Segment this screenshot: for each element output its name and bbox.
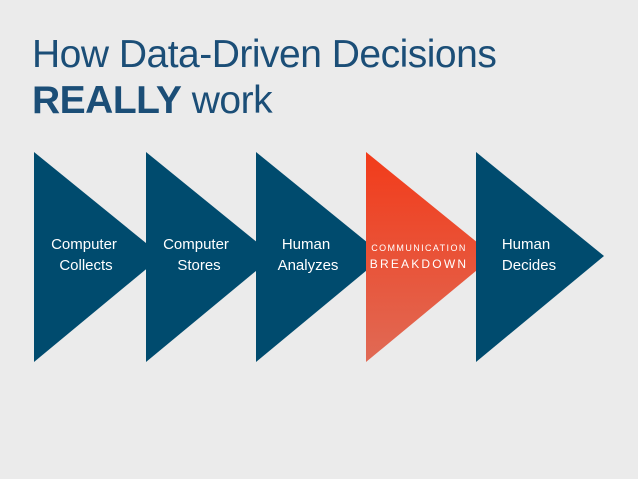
step-5-label-line1: Human (502, 236, 550, 253)
step-3-label-line1: Human (282, 236, 330, 253)
step-4-label-line2: BREAKDOWN (370, 257, 468, 271)
step-1-label-line2: Collects (59, 257, 112, 274)
step-1-label-line1: Computer (51, 236, 117, 253)
step-2-label-line1: Computer (163, 236, 229, 253)
step-3-label-line2: Analyzes (278, 257, 339, 274)
process-diagram: Computer Collects Computer Stores Human … (34, 152, 604, 362)
step-4-label-line1: COMMUNICATION (371, 243, 467, 253)
step-5-label-line2: Decides (502, 257, 556, 274)
step-2-label-line2: Stores (177, 257, 220, 274)
